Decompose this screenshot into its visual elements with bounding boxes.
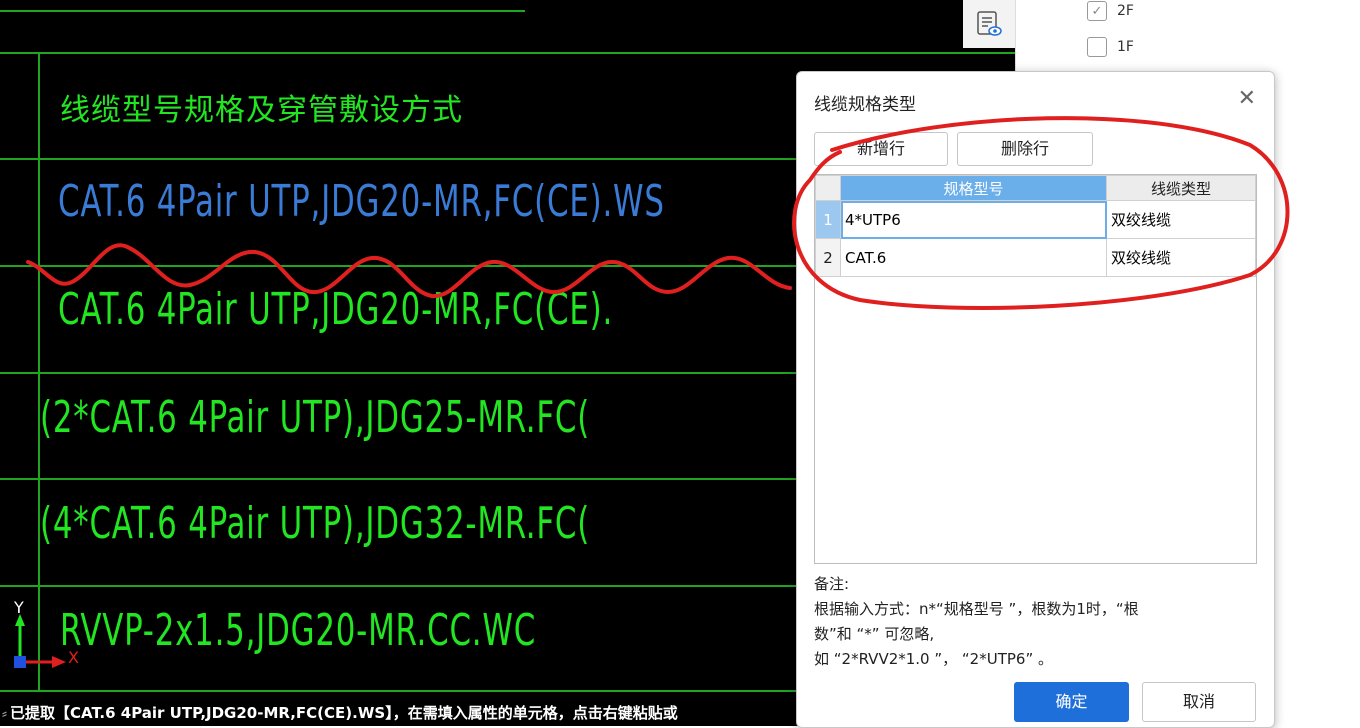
- add-row-button[interactable]: 新增行: [814, 132, 948, 166]
- cad-line: [0, 52, 1015, 54]
- notes-line: 数”和 “*” 可忽略,: [814, 625, 935, 643]
- cad-heading: 线缆型号规格及穿管敷设方式: [60, 93, 463, 128]
- table-header-row: 规格型号 线缆类型: [815, 175, 1256, 201]
- view-properties-button[interactable]: [963, 0, 1015, 48]
- table-corner: [815, 175, 841, 201]
- cad-row-3[interactable]: (2*CAT.6 4Pair UTP),JDG25-MR.FC(: [40, 392, 590, 443]
- cancel-button[interactable]: 取消: [1142, 682, 1256, 722]
- notes-line: 如 “2*RVV2*1.0 ”， “2*UTP6” 。: [814, 650, 1053, 668]
- ucs-axis-icon: Y X: [12, 598, 92, 672]
- cad-line: [38, 52, 40, 692]
- cad-row-4[interactable]: (4*CAT.6 4Pair UTP),JDG32-MR.FC(: [40, 498, 590, 549]
- cell-type[interactable]: 双绞线缆: [1106, 200, 1256, 239]
- floor-item-1f[interactable]: 1F: [1087, 37, 1134, 57]
- close-icon[interactable]: ✕: [1238, 86, 1256, 111]
- table-row[interactable]: 2 CAT.6 双绞线缆: [815, 238, 1256, 277]
- delete-row-button[interactable]: 删除行: [957, 132, 1093, 166]
- axis-y-label: Y: [14, 598, 24, 617]
- ok-button[interactable]: 确定: [1014, 682, 1129, 722]
- cad-row-5[interactable]: RVVP-2x1.5,JDG20-MR.CC.WC: [60, 605, 536, 656]
- notes-section: 备注: 根据输入方式：n*“规格型号 ”，根数为1时，“根 数”和 “*” 可忽…: [814, 572, 1254, 672]
- axis-x-label: X: [68, 648, 79, 667]
- checkbox-unchecked[interactable]: [1087, 37, 1107, 57]
- cable-spec-dialog: 线缆规格类型 ✕ 新增行 删除行 规格型号 线缆类型 1 4*UTP6 双绞线缆…: [796, 71, 1275, 728]
- checkbox-checked[interactable]: ✓: [1087, 1, 1107, 21]
- cad-row-2[interactable]: CAT.6 4Pair UTP,JDG20-MR,FC(CE).: [58, 284, 613, 335]
- table-row[interactable]: 1 4*UTP6 双绞线缆: [815, 200, 1256, 239]
- cad-line: [0, 10, 525, 12]
- floor-label: 2F: [1117, 3, 1134, 19]
- spec-table: 规格型号 线缆类型 1 4*UTP6 双绞线缆 2 CAT.6 双绞线缆: [814, 174, 1257, 564]
- floor-label: 1F: [1117, 39, 1134, 55]
- cell-spec[interactable]: 4*UTP6: [840, 200, 1107, 239]
- command-prompt-icon: ⸗: [2, 704, 7, 722]
- cell-type[interactable]: 双绞线缆: [1106, 238, 1256, 277]
- row-number[interactable]: 1: [815, 200, 841, 239]
- column-header-type[interactable]: 线缆类型: [1106, 175, 1256, 201]
- row-number[interactable]: 2: [815, 238, 841, 277]
- floor-item-2f[interactable]: ✓ 2F: [1087, 1, 1134, 21]
- cad-row-1[interactable]: CAT.6 4Pair UTP,JDG20-MR,FC(CE).WS: [58, 176, 665, 227]
- status-text: 已提取【CAT.6 4Pair UTP,JDG20-MR,FC(CE).WS】，…: [10, 704, 678, 722]
- column-header-spec[interactable]: 规格型号: [840, 175, 1107, 201]
- notes-line: 根据输入方式：n*“规格型号 ”，根数为1时，“根: [814, 600, 1139, 618]
- document-eye-icon: [977, 11, 1002, 36]
- dialog-title: 线缆规格类型: [814, 95, 916, 115]
- cell-spec[interactable]: CAT.6: [840, 238, 1107, 277]
- notes-title: 备注:: [814, 575, 850, 593]
